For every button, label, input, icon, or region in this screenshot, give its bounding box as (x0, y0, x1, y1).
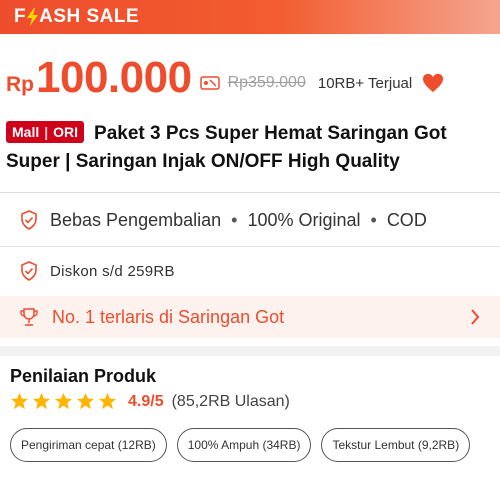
guarantee-item: COD (386, 209, 427, 230)
divider (0, 246, 500, 247)
flash-sale-label: F ASH SALE (14, 6, 140, 27)
star-icon (76, 392, 95, 410)
section-gap (0, 346, 500, 356)
shield-icon (21, 261, 37, 281)
chevron-right-icon[interactable] (470, 308, 480, 326)
star-icon (10, 392, 29, 410)
guarantee-item: Bebas Pengembalian (50, 209, 222, 230)
discount-row[interactable]: Diskon s/d 259RB (0, 258, 500, 284)
star-icon (98, 392, 117, 410)
price-tag-icon (199, 76, 220, 90)
trophy-icon (20, 308, 38, 326)
review-tag-chip[interactable]: Tekstur Lembut (9,2RB) (321, 428, 471, 462)
product-title-block: Mall | ORI Paket 3 Pcs Super Hemat Sarin… (6, 120, 496, 176)
bestseller-row[interactable]: No. 1 terlaris di Saringan Got (0, 296, 500, 338)
review-tags: Pengiriman cepat (12RB) 100% Ampuh (34RB… (10, 428, 480, 462)
review-tag-chip[interactable]: Pengiriman cepat (12RB) (10, 428, 167, 462)
discount-text: Diskon s/d 259RB (50, 262, 175, 280)
original-price: Rp359.000 (227, 74, 306, 91)
shield-icon (21, 210, 37, 230)
separator: • (370, 209, 377, 230)
star-icon (32, 392, 51, 410)
sold-count: 10RB+ Terjual (317, 74, 413, 92)
mall-ori-badge: Mall | ORI (6, 121, 85, 143)
price-currency: Rp (6, 73, 34, 96)
lightning-bolt-icon (27, 8, 39, 26)
review-count: (85,2RB Ulasan) (171, 392, 290, 410)
separator: • (231, 209, 238, 230)
guarantee-item: 100% Original (247, 209, 361, 230)
divider (0, 192, 500, 193)
guarantee-row[interactable]: Bebas Pengembalian • 100% Original • COD (0, 205, 500, 235)
heart-icon[interactable] (422, 73, 444, 93)
rating-score: 4.9/5 (128, 392, 164, 410)
ratings-title: Penilaian Produk (10, 366, 157, 386)
ratings-summary[interactable]: 4.9/5 (85,2RB Ulasan) (10, 392, 290, 411)
price-section: Rp 100.000 Rp359.000 10RB+ Terjual (0, 48, 500, 108)
flash-sale-banner: F ASH SALE (0, 0, 500, 34)
sale-price: 100.000 (36, 53, 192, 102)
review-tag-chip[interactable]: 100% Ampuh (34RB) (176, 428, 312, 462)
bestseller-text: No. 1 terlaris di Saringan Got (52, 306, 285, 327)
star-icon (54, 392, 73, 410)
